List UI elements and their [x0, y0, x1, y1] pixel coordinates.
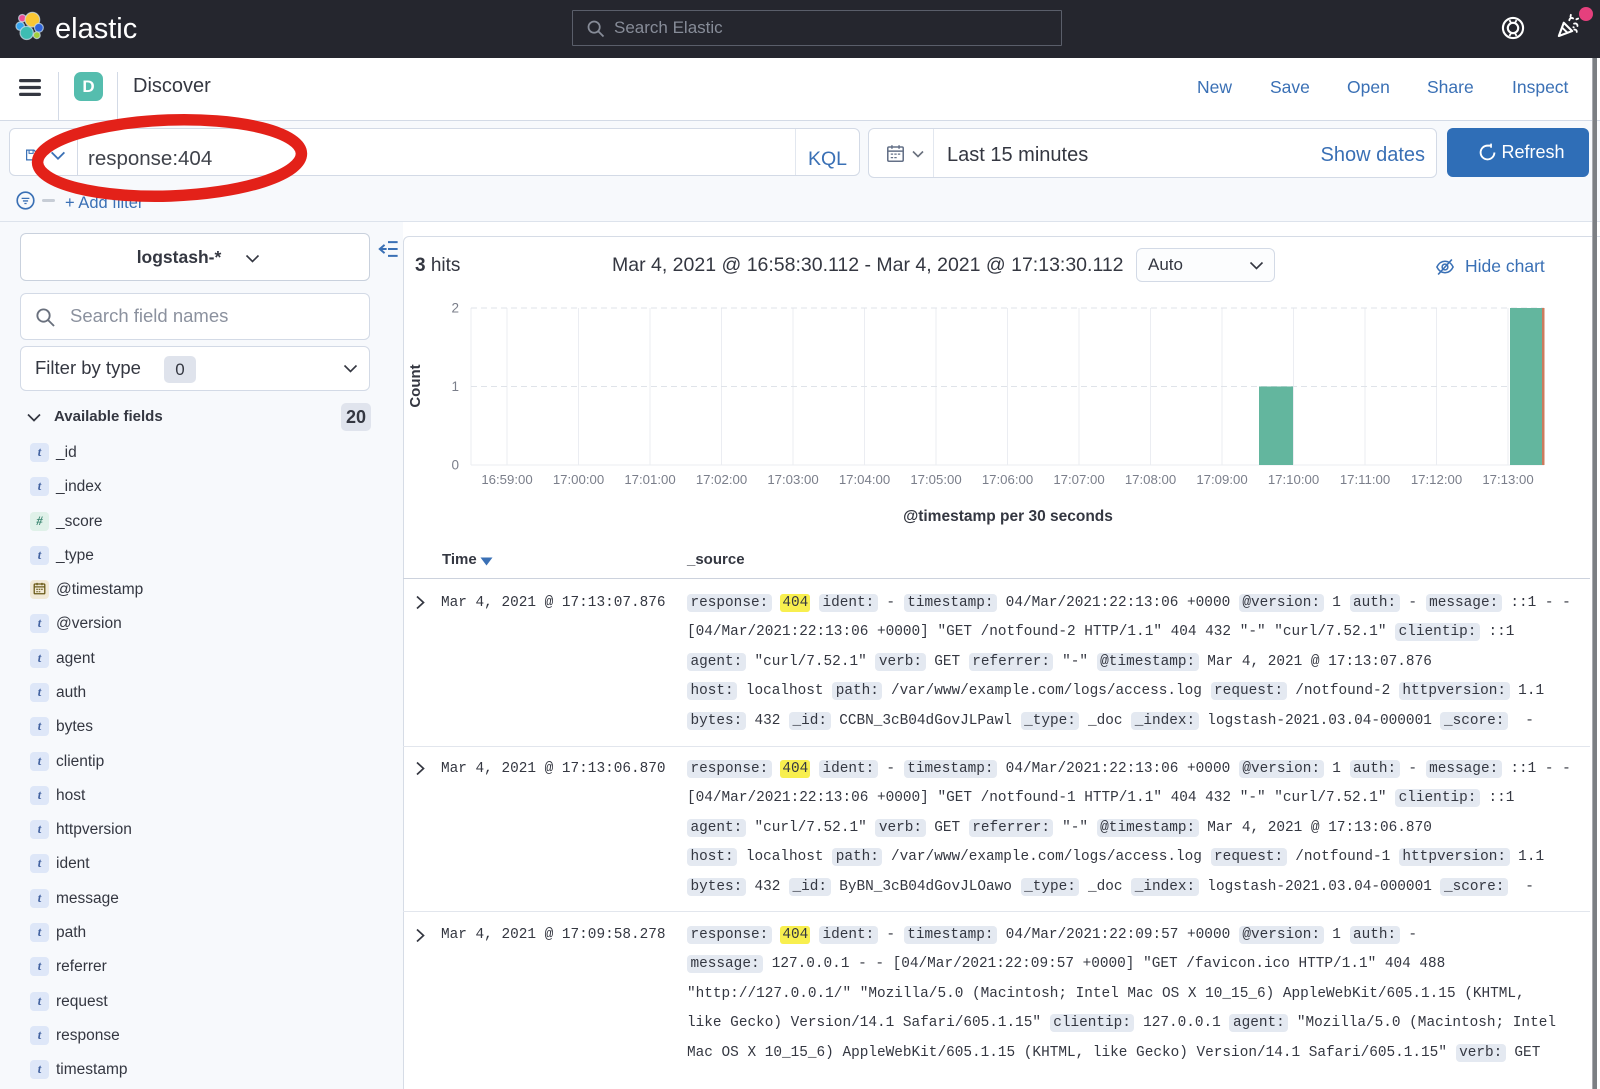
svg-text:17:06:00: 17:06:00: [982, 472, 1033, 487]
svg-text:16:59:00: 16:59:00: [481, 472, 532, 487]
svg-text:2: 2: [451, 301, 459, 316]
svg-text:17:01:00: 17:01:00: [624, 472, 675, 487]
svg-text:17:11:00: 17:11:00: [1340, 472, 1390, 487]
svg-text:17:12:00: 17:12:00: [1411, 472, 1462, 487]
svg-text:@timestamp per 30 seconds: @timestamp per 30 seconds: [903, 508, 1113, 525]
svg-text:17:00:00: 17:00:00: [553, 472, 604, 487]
svg-text:1: 1: [451, 379, 459, 394]
svg-text:0: 0: [451, 458, 459, 473]
svg-text:17:05:00: 17:05:00: [910, 472, 961, 487]
svg-text:17:13:00: 17:13:00: [1482, 472, 1533, 487]
svg-text:17:10:00: 17:10:00: [1268, 472, 1319, 487]
svg-text:17:07:00: 17:07:00: [1053, 472, 1104, 487]
svg-text:17:04:00: 17:04:00: [839, 472, 890, 487]
svg-text:Count: Count: [407, 364, 424, 407]
svg-text:17:08:00: 17:08:00: [1125, 472, 1176, 487]
svg-text:17:09:00: 17:09:00: [1196, 472, 1247, 487]
svg-text:17:02:00: 17:02:00: [696, 472, 747, 487]
svg-text:17:03:00: 17:03:00: [767, 472, 818, 487]
